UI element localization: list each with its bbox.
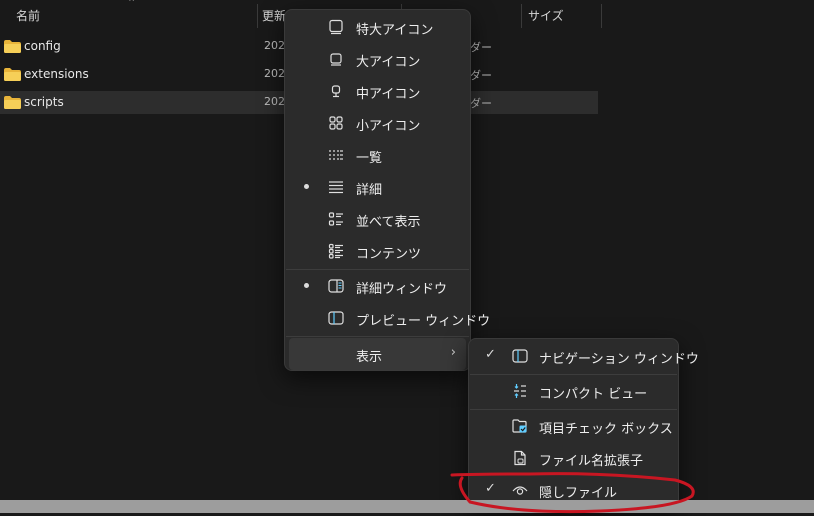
extra-large-icons-icon: [329, 19, 343, 35]
menu-item-label: 一覧: [356, 151, 383, 166]
selected-dot-icon: [304, 283, 309, 288]
column-size[interactable]: サイズ: [520, 4, 600, 30]
menu-item-label: 特大アイコン: [356, 23, 434, 38]
chevron-right-icon: ›: [450, 345, 456, 360]
medium-icons-icon: [331, 85, 341, 98]
menu-item-small-icons[interactable]: 小アイコン: [289, 107, 466, 139]
small-icons-icon: [329, 116, 343, 130]
menu-item-show[interactable]: 表示 ›: [289, 338, 466, 370]
details-icon: [329, 181, 343, 194]
folder-icon: [4, 68, 21, 81]
file-name: scripts: [24, 95, 64, 109]
menu-item-label: プレビュー ウィンドウ: [356, 314, 491, 329]
submenu-item-item-checkboxes[interactable]: 項目チェック ボックス: [473, 410, 674, 442]
menu-item-label: 詳細: [356, 183, 383, 198]
menu-item-extra-large-icons[interactable]: 特大アイコン: [289, 11, 466, 43]
menu-item-preview-pane[interactable]: プレビュー ウィンドウ: [289, 302, 490, 334]
menu-item-list[interactable]: 一覧: [289, 139, 466, 171]
submenu-item-label: 項目チェック ボックス: [539, 422, 673, 437]
menu-item-label: 表示: [356, 350, 383, 365]
menu-item-label: 中アイコン: [356, 87, 421, 102]
preview-pane-icon: [328, 311, 344, 325]
menu-item-large-icons[interactable]: 大アイコン: [289, 43, 466, 75]
selected-dot-icon: [304, 184, 309, 189]
file-extension-icon: [514, 450, 526, 466]
file-type: ダー: [470, 69, 492, 82]
file-name: extensions: [24, 67, 89, 81]
menu-item-details-pane[interactable]: 詳細ウィンドウ: [289, 270, 466, 302]
submenu-item-compact-view[interactable]: コンパクト ビュー: [473, 375, 674, 407]
file-type: ダー: [470, 97, 492, 110]
menu-item-label: 詳細ウィンドウ: [356, 282, 448, 297]
compact-view-icon: [514, 384, 526, 398]
submenu-item-label: コンパクト ビュー: [539, 387, 648, 402]
menu-item-label: 大アイコン: [356, 55, 421, 70]
menu-item-content[interactable]: コンテンツ: [289, 235, 466, 267]
submenu-item-navigation-pane[interactable]: ✓ ナビゲーション ウィンドウ: [473, 340, 699, 372]
details-pane-icon: [328, 279, 344, 293]
menu-item-label: 小アイコン: [356, 119, 421, 134]
file-type: ダー: [470, 41, 492, 54]
file-name: config: [24, 39, 61, 53]
folder-icon: [4, 96, 21, 109]
menu-item-tiles[interactable]: 並べて表示: [289, 203, 466, 235]
content-icon: [328, 243, 343, 259]
submenu-item-label: ナビゲーション ウィンドウ: [539, 352, 699, 367]
large-icons-icon: [330, 53, 342, 66]
annotation-circle: [450, 472, 695, 514]
column-divider[interactable]: [601, 4, 602, 28]
menu-item-label: 並べて表示: [356, 215, 421, 230]
tiles-icon: [328, 212, 343, 226]
menu-item-medium-icons[interactable]: 中アイコン: [289, 75, 466, 107]
folder-icon: [4, 40, 21, 53]
checkmark-icon: ✓: [485, 347, 496, 362]
view-menu: 特大アイコン 大アイコン 中アイコン 小アイコン 一覧 詳細 並べて表示 コンテ…: [284, 9, 490, 371]
item-checkbox-icon: [512, 419, 527, 433]
navigation-pane-icon: [512, 349, 528, 363]
column-name[interactable]: 名前: [8, 4, 258, 30]
list-icon: [329, 150, 343, 160]
menu-item-details[interactable]: 詳細: [289, 171, 466, 203]
menu-separator: [286, 336, 469, 337]
menu-item-label: コンテンツ: [356, 247, 422, 262]
